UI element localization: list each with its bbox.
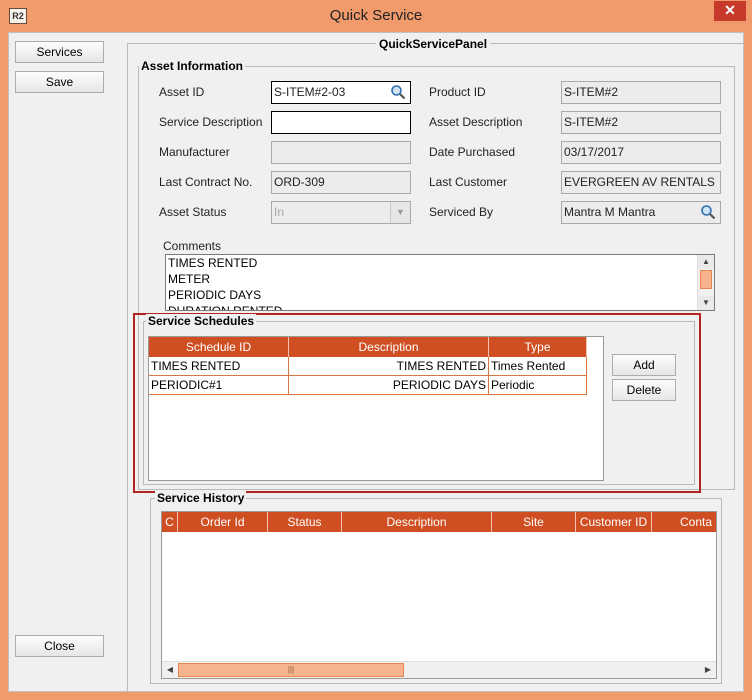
- title-bar: R2 Quick Service ✕: [0, 0, 752, 32]
- service-schedules-table[interactable]: Schedule ID Description Type TIMES RENTE…: [148, 336, 604, 481]
- column-header-customer-id[interactable]: Customer ID: [576, 512, 652, 532]
- asset-information-title: Asset Information: [139, 59, 246, 73]
- scroll-down-icon[interactable]: ▼: [698, 296, 714, 310]
- schedule-id-cell: TIMES RENTED: [149, 357, 289, 376]
- schedules-table-header: Schedule ID Description Type: [149, 337, 587, 357]
- panel-title: QuickServicePanel: [376, 37, 491, 51]
- scroll-thumb[interactable]: |||: [178, 663, 404, 677]
- window-client-area: Services Save Close QuickServicePanel As…: [8, 32, 745, 693]
- history-horizontal-scrollbar[interactable]: ◀ ||| ▶: [162, 661, 716, 678]
- asset-status-label: Asset Status: [159, 205, 227, 219]
- schedule-id-cell: PERIODIC#1: [149, 376, 289, 395]
- last-contract-field: ORD-309: [271, 171, 411, 194]
- search-icon[interactable]: [700, 204, 716, 220]
- asset-status-select: In ▼: [271, 201, 411, 224]
- scroll-up-icon[interactable]: ▲: [698, 255, 714, 269]
- asset-id-label: Asset ID: [159, 85, 205, 99]
- last-customer-label: Last Customer: [429, 175, 508, 189]
- comment-line: PERIODIC DAYS: [168, 288, 262, 302]
- column-header-contact[interactable]: Conta: [652, 512, 716, 532]
- last-contract-label: Last Contract No.: [159, 175, 253, 189]
- date-purchased-label: Date Purchased: [429, 145, 516, 159]
- service-schedules-group: Service Schedules Schedule ID Descriptio…: [143, 314, 695, 485]
- date-purchased-field: 03/17/2017: [561, 141, 721, 164]
- window-title: Quick Service: [329, 7, 423, 24]
- product-id-field: S-ITEM#2: [561, 81, 721, 104]
- comments-scrollbar[interactable]: ▲ ▼: [697, 255, 714, 310]
- service-history-table[interactable]: C Order Id Status Description Site Custo…: [161, 511, 717, 679]
- asset-description-label: Asset Description: [429, 115, 523, 129]
- product-id-label: Product ID: [429, 85, 486, 99]
- last-customer-field: EVERGREEN AV RENTALS: [561, 171, 721, 194]
- column-header-description[interactable]: Description: [289, 337, 489, 357]
- column-header-order-id[interactable]: Order Id: [178, 512, 268, 532]
- asset-status-value: In: [274, 205, 285, 219]
- serviced-by-label: Serviced By: [429, 205, 494, 219]
- scroll-thumb[interactable]: [700, 270, 712, 289]
- manufacturer-label: Manufacturer: [159, 145, 230, 159]
- service-description-label: Service Description: [159, 115, 263, 129]
- save-button[interactable]: Save: [15, 71, 104, 93]
- services-button[interactable]: Services: [15, 41, 104, 63]
- comment-line: TIMES RENTED: [168, 256, 258, 270]
- column-header-description[interactable]: Description: [342, 512, 492, 532]
- column-header-status[interactable]: Status: [268, 512, 342, 532]
- table-row[interactable]: TIMES RENTED TIMES RENTED Times Rented: [149, 357, 587, 376]
- close-button[interactable]: Close: [15, 635, 104, 657]
- chevron-down-icon: ▼: [390, 202, 410, 223]
- comments-label: Comments: [163, 239, 222, 253]
- quick-service-panel: QuickServicePanel Asset Information Asse…: [127, 37, 745, 693]
- scroll-right-icon[interactable]: ▶: [702, 663, 714, 677]
- column-header-c[interactable]: C: [162, 512, 178, 532]
- asset-id-value: S-ITEM#2-03: [274, 85, 346, 99]
- type-cell: Times Rented: [489, 357, 587, 376]
- table-row[interactable]: PERIODIC#1 PERIODIC DAYS Periodic: [149, 376, 587, 395]
- asset-id-field[interactable]: S-ITEM#2-03: [271, 81, 411, 104]
- serviced-by-value: Mantra M Mantra: [564, 205, 656, 219]
- comment-line: DURATION RENTED: [168, 304, 283, 311]
- column-header-schedule-id[interactable]: Schedule ID: [149, 337, 289, 357]
- type-cell: Periodic: [489, 376, 587, 395]
- asset-description-field: S-ITEM#2: [561, 111, 721, 134]
- description-cell: PERIODIC DAYS: [289, 376, 489, 395]
- manufacturer-field: [271, 141, 411, 164]
- comment-line: METER: [168, 272, 210, 286]
- column-header-site[interactable]: Site: [492, 512, 576, 532]
- add-schedule-button[interactable]: Add: [612, 354, 676, 376]
- asset-information-group: Asset Information Asset ID S-ITEM#2-03 P…: [133, 59, 735, 493]
- comments-textarea[interactable]: TIMES RENTED METER PERIODIC DAYS DURATIO…: [165, 254, 715, 311]
- service-history-title: Service History: [155, 491, 247, 505]
- serviced-by-field[interactable]: Mantra M Mantra: [561, 201, 721, 224]
- window-close-button[interactable]: ✕: [714, 1, 746, 21]
- service-history-group: Service History C Order Id Status Descri…: [150, 491, 722, 684]
- description-cell: TIMES RENTED: [289, 357, 489, 376]
- service-schedules-title: Service Schedules: [146, 314, 257, 328]
- delete-schedule-button[interactable]: Delete: [612, 379, 676, 401]
- service-description-input[interactable]: [271, 111, 411, 134]
- scroll-left-icon[interactable]: ◀: [164, 663, 176, 677]
- history-table-header: C Order Id Status Description Site Custo…: [162, 512, 716, 532]
- column-header-type[interactable]: Type: [489, 337, 587, 357]
- search-icon[interactable]: [390, 84, 406, 100]
